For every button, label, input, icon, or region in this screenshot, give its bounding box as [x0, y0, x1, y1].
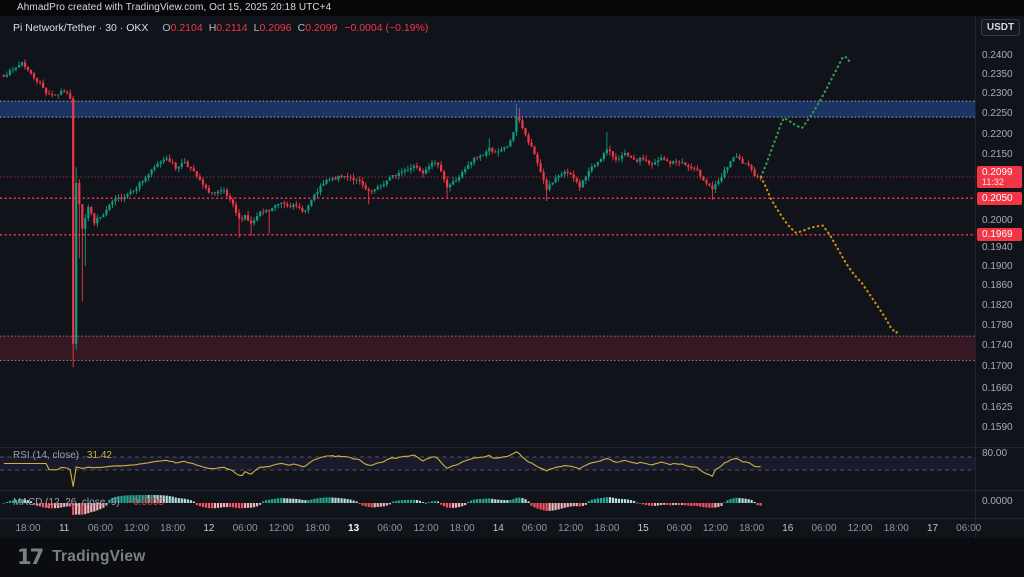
price-label: 0.1590	[982, 423, 1013, 433]
time-label: 06:00	[667, 523, 692, 534]
change-value: −0.0004 (−0.19%)	[344, 22, 428, 34]
time-label: 18:00	[739, 523, 764, 534]
time-label: 06:00	[956, 523, 981, 534]
bar-countdown: 11:32	[982, 178, 1022, 187]
time-label: 18:00	[594, 523, 619, 534]
price-label: 0.2400	[982, 51, 1013, 61]
time-label: 06:00	[233, 523, 258, 534]
time-label: 06:00	[377, 523, 402, 534]
time-label: 12:00	[124, 523, 149, 534]
time-label: 12:00	[848, 523, 873, 534]
price-label: 0.1740	[982, 341, 1013, 351]
ohlc-h-value: 0.2114	[216, 22, 247, 34]
price-badge-02050: 0.2050	[977, 192, 1022, 205]
price-badge-02099: 0.209911:32	[977, 166, 1022, 188]
price-label: 0.2250	[982, 109, 1013, 119]
rsi-label: RSI (14, close)	[13, 450, 79, 461]
time-label: 14	[493, 523, 504, 534]
time-label: 18:00	[15, 523, 40, 534]
time-label: 06:00	[88, 523, 113, 534]
time-label: 12:00	[558, 523, 583, 534]
symbol-title[interactable]: Pi Network/Tether · 30 · OKX	[13, 22, 148, 34]
currency-button[interactable]: USDT	[981, 19, 1020, 36]
price-label: 0.2350	[982, 70, 1013, 80]
time-label: 18:00	[450, 523, 475, 534]
time-label: 12	[203, 523, 214, 534]
macd-value: −0.0005	[128, 497, 164, 508]
time-label: 11	[59, 523, 69, 534]
support-zone[interactable]	[0, 336, 975, 360]
ohlc-o-label: O	[162, 22, 170, 34]
time-label: 18:00	[305, 523, 330, 534]
time-label: 18:00	[884, 523, 909, 534]
attribution-bar: AhmadPro created with TradingView.com, O…	[0, 0, 1024, 16]
price-label: 0.1780	[982, 321, 1013, 331]
time-label: 15	[638, 523, 649, 534]
price-label: 0.1700	[982, 362, 1013, 372]
resistance-zone[interactable]	[0, 101, 975, 117]
price-label: 0.1900	[982, 262, 1013, 272]
chart-canvas[interactable]	[0, 0, 1024, 538]
time-label: 12:00	[413, 523, 438, 534]
symbol-legend: Pi Network/Tether · 30 · OKX O0.2104H0.21…	[13, 22, 428, 34]
ohlc-l-value: 0.2096	[259, 22, 291, 34]
time-label: 18:00	[160, 523, 185, 534]
rsi-legend[interactable]: RSI (14, close) 31.42	[13, 450, 112, 461]
time-label: 16	[782, 523, 793, 534]
time-scale[interactable]: 18:00 11 06:00 12:00 18:00 12 06:00 12:00 18:00 1…	[0, 519, 1024, 538]
price-label: 0.2200	[982, 130, 1013, 140]
rsi-value: 31.42	[87, 450, 112, 461]
time-label: 12:00	[703, 523, 728, 534]
ohlc-c-value: 0.2099	[305, 22, 337, 34]
footer-bar: 17 TradingView	[0, 538, 1024, 577]
tradingview-chart-window: AhmadPro created with TradingView.com, O…	[0, 0, 1024, 577]
macd-label: MACD (12, 26, close, 9)	[13, 497, 120, 508]
time-label: 17	[927, 523, 938, 534]
price-label: 0.1940	[982, 243, 1013, 253]
macd-scale-label: 0.0000	[982, 497, 1013, 507]
price-badge-01969: 0.1969	[977, 228, 1022, 241]
bearish-projection[interactable]	[761, 177, 900, 333]
time-label: 06:00	[522, 523, 547, 534]
price-label: 0.1625	[982, 403, 1013, 413]
price-label: 0.1820	[982, 301, 1013, 311]
time-label: 06:00	[811, 523, 836, 534]
price-label: 0.1860	[982, 281, 1013, 291]
rsi-scale-label: 80.00	[982, 449, 1007, 459]
price-label: 0.1660	[982, 384, 1013, 394]
ohlc-values: O0.2104H0.2114L0.2096C0.2099	[156, 22, 337, 34]
tradingview-logo[interactable]: 17 TradingView	[17, 545, 145, 569]
time-label: 13	[348, 523, 359, 534]
tradingview-logo-icon: 17	[17, 545, 42, 569]
tradingview-logo-text: TradingView	[52, 548, 145, 566]
macd-legend[interactable]: MACD (12, 26, close, 9) −0.0005	[13, 497, 164, 508]
time-label: 12:00	[269, 523, 294, 534]
price-label: 0.2150	[982, 150, 1013, 160]
ohlc-o-value: 0.2104	[171, 22, 203, 34]
price-label: 0.2000	[982, 216, 1013, 226]
price-label: 0.2300	[982, 89, 1013, 99]
price-scale[interactable]: 0.2400 0.2350 0.2300 0.2250 0.2200 0.2150 0.20…	[975, 16, 1024, 519]
